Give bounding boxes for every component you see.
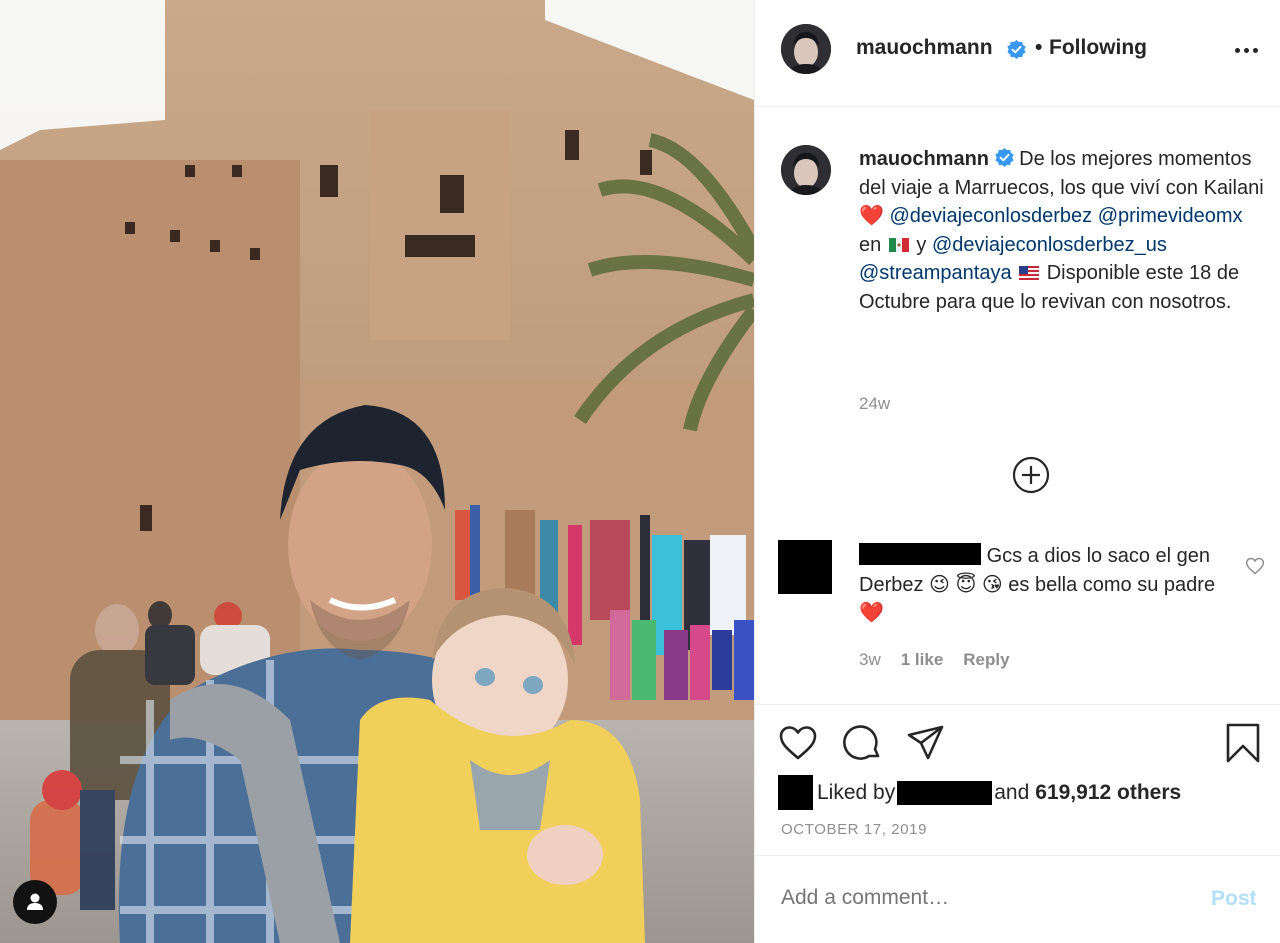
heart-emoji: ❤️ <box>859 205 884 228</box>
plus-circle-icon[interactable] <box>1012 456 1050 494</box>
header-username[interactable]: mauochmann <box>856 36 993 60</box>
redacted-avatar <box>778 540 832 594</box>
share-icon[interactable] <box>906 723 946 763</box>
verified-badge-icon <box>994 148 1014 167</box>
liked-by-row: Liked by and 619,912 others <box>778 775 1181 810</box>
comment-text: Gcs a dios lo saco el gen Derbez 😉 😇 😘 e… <box>859 542 1239 628</box>
avatar-image <box>781 24 831 74</box>
comment-emojis: 😉 😇 😘 <box>929 573 1003 596</box>
caption-timestamp[interactable]: 24w <box>859 394 890 414</box>
profile-avatar[interactable] <box>781 24 831 74</box>
header-separator: • <box>1035 36 1043 59</box>
mexico-flag-icon <box>888 237 909 252</box>
usa-flag-icon <box>1019 266 1040 281</box>
comment-heart-icon[interactable] <box>1245 556 1265 576</box>
mention-streampantaya[interactable]: @streampantaya <box>859 262 1012 284</box>
post-header: mauochmann • Following <box>755 0 1280 107</box>
post-side-panel: mauochmann • Following mauochmann De los… <box>754 0 1280 943</box>
verified-badge-icon <box>1007 40 1026 59</box>
liked-by-and: and <box>994 780 1030 804</box>
post-date[interactable]: OCTOBER 17, 2019 <box>781 821 927 838</box>
post-comment-button[interactable]: Post <box>1211 887 1257 911</box>
caption-avatar[interactable] <box>781 145 831 195</box>
post-actions: Liked by and 619,912 others OCTOBER 17, … <box>755 704 1280 856</box>
add-comment-bar: Post <box>755 856 1280 943</box>
caption-username[interactable]: mauochmann <box>859 148 989 170</box>
heart-emoji: ❤️ <box>859 602 884 625</box>
comment-icon[interactable] <box>843 723 883 763</box>
comment-reply-button[interactable]: Reply <box>963 650 1009 670</box>
comment-input[interactable] <box>781 886 1181 910</box>
caption-word-en: en <box>859 233 882 256</box>
mention-primevideomx[interactable]: @primevideomx <box>1098 205 1243 227</box>
avatar-image <box>781 145 831 195</box>
caption-word-y: y <box>916 233 927 256</box>
likes-count-link[interactable]: 619,912 others <box>1035 781 1181 805</box>
comment-likes[interactable]: 1 like <box>901 650 944 670</box>
comment-meta: 3w 1 like Reply <box>859 650 1010 670</box>
redacted-username <box>859 543 981 565</box>
caption-text: mauochmann De los mejores momentos del v… <box>859 145 1269 317</box>
comment-body-2: es bella como su padre <box>1008 573 1216 596</box>
redacted-liker-avatar <box>778 775 813 810</box>
post-photo[interactable] <box>0 0 754 943</box>
photo-scene <box>0 0 754 943</box>
mention-deviajeconlosderbez[interactable]: @deviajeconlosderbez <box>889 205 1092 227</box>
mention-deviajeconlosderbez-us[interactable]: @deviajeconlosderbez_us <box>932 234 1167 256</box>
more-options-icon[interactable] <box>1231 40 1261 60</box>
heart-icon[interactable] <box>778 723 818 763</box>
bookmark-icon[interactable] <box>1223 723 1263 763</box>
comment-timestamp[interactable]: 3w <box>859 650 881 670</box>
redacted-liker-name <box>897 780 993 805</box>
following-button[interactable]: Following <box>1049 36 1147 60</box>
tagged-users-button[interactable] <box>13 880 57 924</box>
caption-section: mauochmann De los mejores momentos del v… <box>755 107 1280 707</box>
liked-by-label: Liked by <box>817 780 896 804</box>
user-icon <box>27 893 43 910</box>
